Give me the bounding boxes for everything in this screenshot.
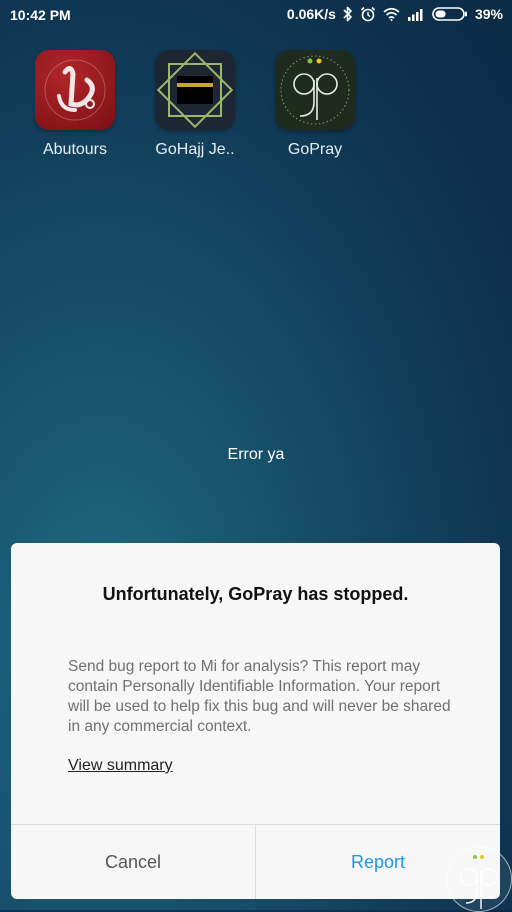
status-icons: 0.06K/s 39% (287, 6, 503, 22)
app-label: Abutours (42, 141, 108, 158)
wifi-icon (383, 7, 400, 21)
floating-gopray-icon[interactable] (446, 846, 512, 912)
abutours-logo-icon (35, 50, 115, 130)
app-gohajj[interactable]: GoHajj Je.. (150, 50, 240, 159)
network-speed: 0.06K/s (286, 6, 336, 22)
home-app-grid: Abutours GoHajj Je.. GoPray (30, 50, 390, 159)
app-label: GoPray (287, 141, 343, 158)
status-time: 10:42 PM (10, 7, 71, 23)
dialog-title: Unfortunately, GoPray has stopped. (102, 584, 409, 604)
bluetooth-icon (343, 6, 353, 22)
status-bar: 10:42 PM 0.06K/s 39% (0, 0, 512, 30)
kaaba-icon (155, 50, 235, 130)
app-gopray[interactable]: GoPray (270, 50, 360, 159)
app-label: GoHajj Je.. (155, 141, 235, 158)
battery-icon (432, 6, 468, 22)
signal-icon (407, 7, 425, 21)
gopray-logo-icon (275, 50, 355, 130)
dialog-actions: Cancel Report (11, 824, 500, 899)
cancel-button[interactable]: Cancel (11, 825, 256, 899)
dialog-message: Send bug report to Mi for analysis? This… (68, 658, 451, 735)
crash-dialog: Unfortunately, GoPray has stopped. Send … (11, 543, 500, 899)
error-toast: Error ya (227, 446, 285, 463)
view-summary-link[interactable]: View summary (68, 757, 173, 775)
app-abutours[interactable]: Abutours (30, 50, 120, 159)
alarm-icon (360, 6, 376, 22)
battery-percent: 39% (474, 6, 503, 22)
